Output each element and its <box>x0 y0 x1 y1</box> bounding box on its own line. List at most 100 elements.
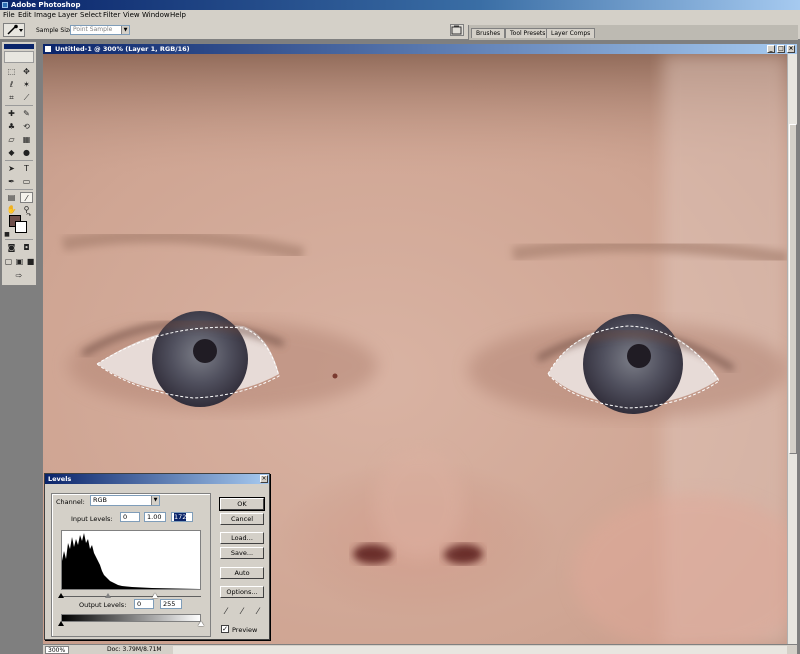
gradient-tool-icon[interactable]: ▦ <box>20 134 33 145</box>
app-titlebar: Adobe Photoshop <box>0 0 800 10</box>
healing-brush-tool-icon[interactable]: ✚ <box>5 108 18 119</box>
vertical-scrollbar[interactable] <box>787 54 797 644</box>
minimize-icon[interactable]: _ <box>767 45 775 53</box>
output-white-field[interactable]: 255 <box>160 599 182 609</box>
move-tool-icon[interactable]: ✥ <box>20 66 33 77</box>
ok-button[interactable]: OK <box>219 497 265 511</box>
zoom-field[interactable]: 300% <box>45 646 69 654</box>
lasso-tool-icon[interactable]: ℓ <box>5 79 18 90</box>
menu-edit[interactable]: Edit <box>18 10 32 21</box>
standard-mode-icon[interactable]: ◙ <box>5 242 18 253</box>
dodge-tool-icon[interactable]: ● <box>20 147 33 158</box>
output-black-value: 0 <box>137 600 142 608</box>
preview-checkbox[interactable]: ✓ <box>221 625 229 633</box>
menu-layer[interactable]: Layer <box>58 10 78 21</box>
tool-preset-picker[interactable] <box>3 23 25 37</box>
toolbox-divider <box>5 160 33 161</box>
close-icon[interactable]: × <box>787 45 795 53</box>
status-bar: 300% Doc: 3.79M/8.71M <box>43 644 797 654</box>
tab-layer-comps[interactable]: Layer Comps <box>546 28 596 38</box>
background-color-swatch[interactable] <box>15 221 27 233</box>
sample-size-select[interactable]: Point Sample ▼ <box>70 25 130 35</box>
menu-filter[interactable]: Filter <box>103 10 120 21</box>
load-button[interactable]: Load... <box>220 532 264 544</box>
jump-to-imageready-icon[interactable]: ⇨ <box>5 270 33 281</box>
quick-mask-mode-icon[interactable]: ◘ <box>20 242 33 253</box>
close-icon[interactable]: × <box>260 475 268 483</box>
screen-mode-full-menu-icon[interactable]: ▣ <box>14 256 25 267</box>
toggle-palettes-button[interactable] <box>450 24 464 36</box>
save-button[interactable]: Save... <box>220 547 264 559</box>
input-white-field[interactable]: 172 <box>171 512 193 522</box>
menu-file[interactable]: File <box>3 10 15 21</box>
document-titlebar[interactable]: Untitled-1 @ 300% (Layer 1, RGB/16) _ □ … <box>43 44 797 54</box>
vertical-scroll-thumb[interactable] <box>789 124 797 454</box>
brush-tool-icon[interactable]: ✎ <box>20 108 33 119</box>
menu-help[interactable]: Help <box>170 10 186 21</box>
clone-stamp-tool-icon[interactable]: ♣ <box>5 121 18 132</box>
eraser-tool-icon[interactable]: ▱ <box>5 134 18 145</box>
menu-select[interactable]: Select <box>80 10 102 21</box>
levels-titlebar[interactable]: Levels <box>45 474 269 484</box>
photoshop-logo-icon[interactable] <box>4 51 34 63</box>
input-gamma-field[interactable]: 1.00 <box>144 512 166 522</box>
toolbox-titlebar[interactable] <box>4 44 34 49</box>
sample-size-value: Point Sample <box>73 26 113 33</box>
gray-point-eyedropper-icon[interactable]: ⁄ <box>237 606 247 618</box>
sample-size-label: Sample Size: <box>36 27 75 34</box>
shape-tool-icon[interactable]: ▭ <box>20 176 33 187</box>
input-black-field[interactable]: 0 <box>120 512 140 522</box>
swap-colors-icon[interactable]: ↷ <box>24 210 34 221</box>
screen-mode-standard-icon[interactable]: ▢ <box>3 256 14 267</box>
marquee-tool-icon[interactable]: ⬚ <box>5 66 18 77</box>
eyedropper-icon <box>7 24 23 35</box>
input-black-slider[interactable] <box>58 593 64 598</box>
input-gamma-slider[interactable] <box>105 593 111 598</box>
input-levels-label: Input Levels: <box>71 515 113 523</box>
output-white-slider[interactable] <box>198 621 204 626</box>
path-selection-tool-icon[interactable]: ➤ <box>5 163 18 174</box>
channel-value: RGB <box>93 496 108 504</box>
crop-tool-icon[interactable]: ⌗ <box>5 92 18 103</box>
slice-tool-icon[interactable]: ⟋ <box>20 92 33 103</box>
document-title: Untitled-1 @ 300% (Layer 1, RGB/16) <box>55 45 190 53</box>
cancel-button[interactable]: Cancel <box>220 513 264 525</box>
output-levels-label: Output Levels: <box>79 601 127 609</box>
menu-bar: File Edit Image Layer Select Filter View… <box>0 10 800 21</box>
app-title: Adobe Photoshop <box>11 1 81 9</box>
maximize-icon[interactable]: □ <box>777 45 785 53</box>
auto-button[interactable]: Auto <box>220 567 264 579</box>
menu-image[interactable]: Image <box>34 10 56 21</box>
histogram-graph <box>62 533 200 589</box>
levels-dialog: Levels × Channel: RGB ▼ Input Levels: 0 … <box>44 473 270 640</box>
output-gradient-bar <box>61 614 201 622</box>
output-black-slider[interactable] <box>58 621 64 626</box>
options-button[interactable]: Options... <box>220 586 264 598</box>
tab-tool-presets[interactable]: Tool Presets <box>505 28 551 38</box>
magic-wand-tool-icon[interactable]: ✶ <box>20 79 33 90</box>
notes-tool-icon[interactable]: ▤ <box>5 192 18 203</box>
input-white-value: 172 <box>174 513 187 521</box>
pen-tool-icon[interactable]: ✒ <box>5 176 18 187</box>
document-icon <box>45 46 51 52</box>
channel-select[interactable]: RGB ▼ <box>90 495 160 506</box>
black-point-eyedropper-icon[interactable]: ⁄ <box>221 606 231 618</box>
menu-view[interactable]: View <box>123 10 140 21</box>
hand-tool-icon[interactable]: ✋ <box>5 204 18 215</box>
levels-title: Levels <box>48 475 72 483</box>
horizontal-scrollbar[interactable] <box>173 646 787 654</box>
document-size-info[interactable]: Doc: 3.79M/8.71M <box>107 645 162 654</box>
input-white-slider[interactable] <box>152 593 158 598</box>
eyedropper-tool-icon[interactable]: ⁄ <box>20 192 33 203</box>
chevron-down-icon: ▼ <box>151 496 159 505</box>
white-point-eyedropper-icon[interactable]: ⁄ <box>253 606 263 618</box>
screen-mode-full-icon[interactable]: ■ <box>25 256 36 267</box>
input-slider-track <box>61 596 201 597</box>
channel-label: Channel: <box>56 498 85 506</box>
history-brush-tool-icon[interactable]: ⟲ <box>20 121 33 132</box>
tab-brushes[interactable]: Brushes <box>471 28 506 38</box>
blur-tool-icon[interactable]: ◆ <box>5 147 18 158</box>
type-tool-icon[interactable]: T <box>20 163 33 174</box>
menu-window[interactable]: Window <box>142 10 170 21</box>
output-black-field[interactable]: 0 <box>134 599 154 609</box>
